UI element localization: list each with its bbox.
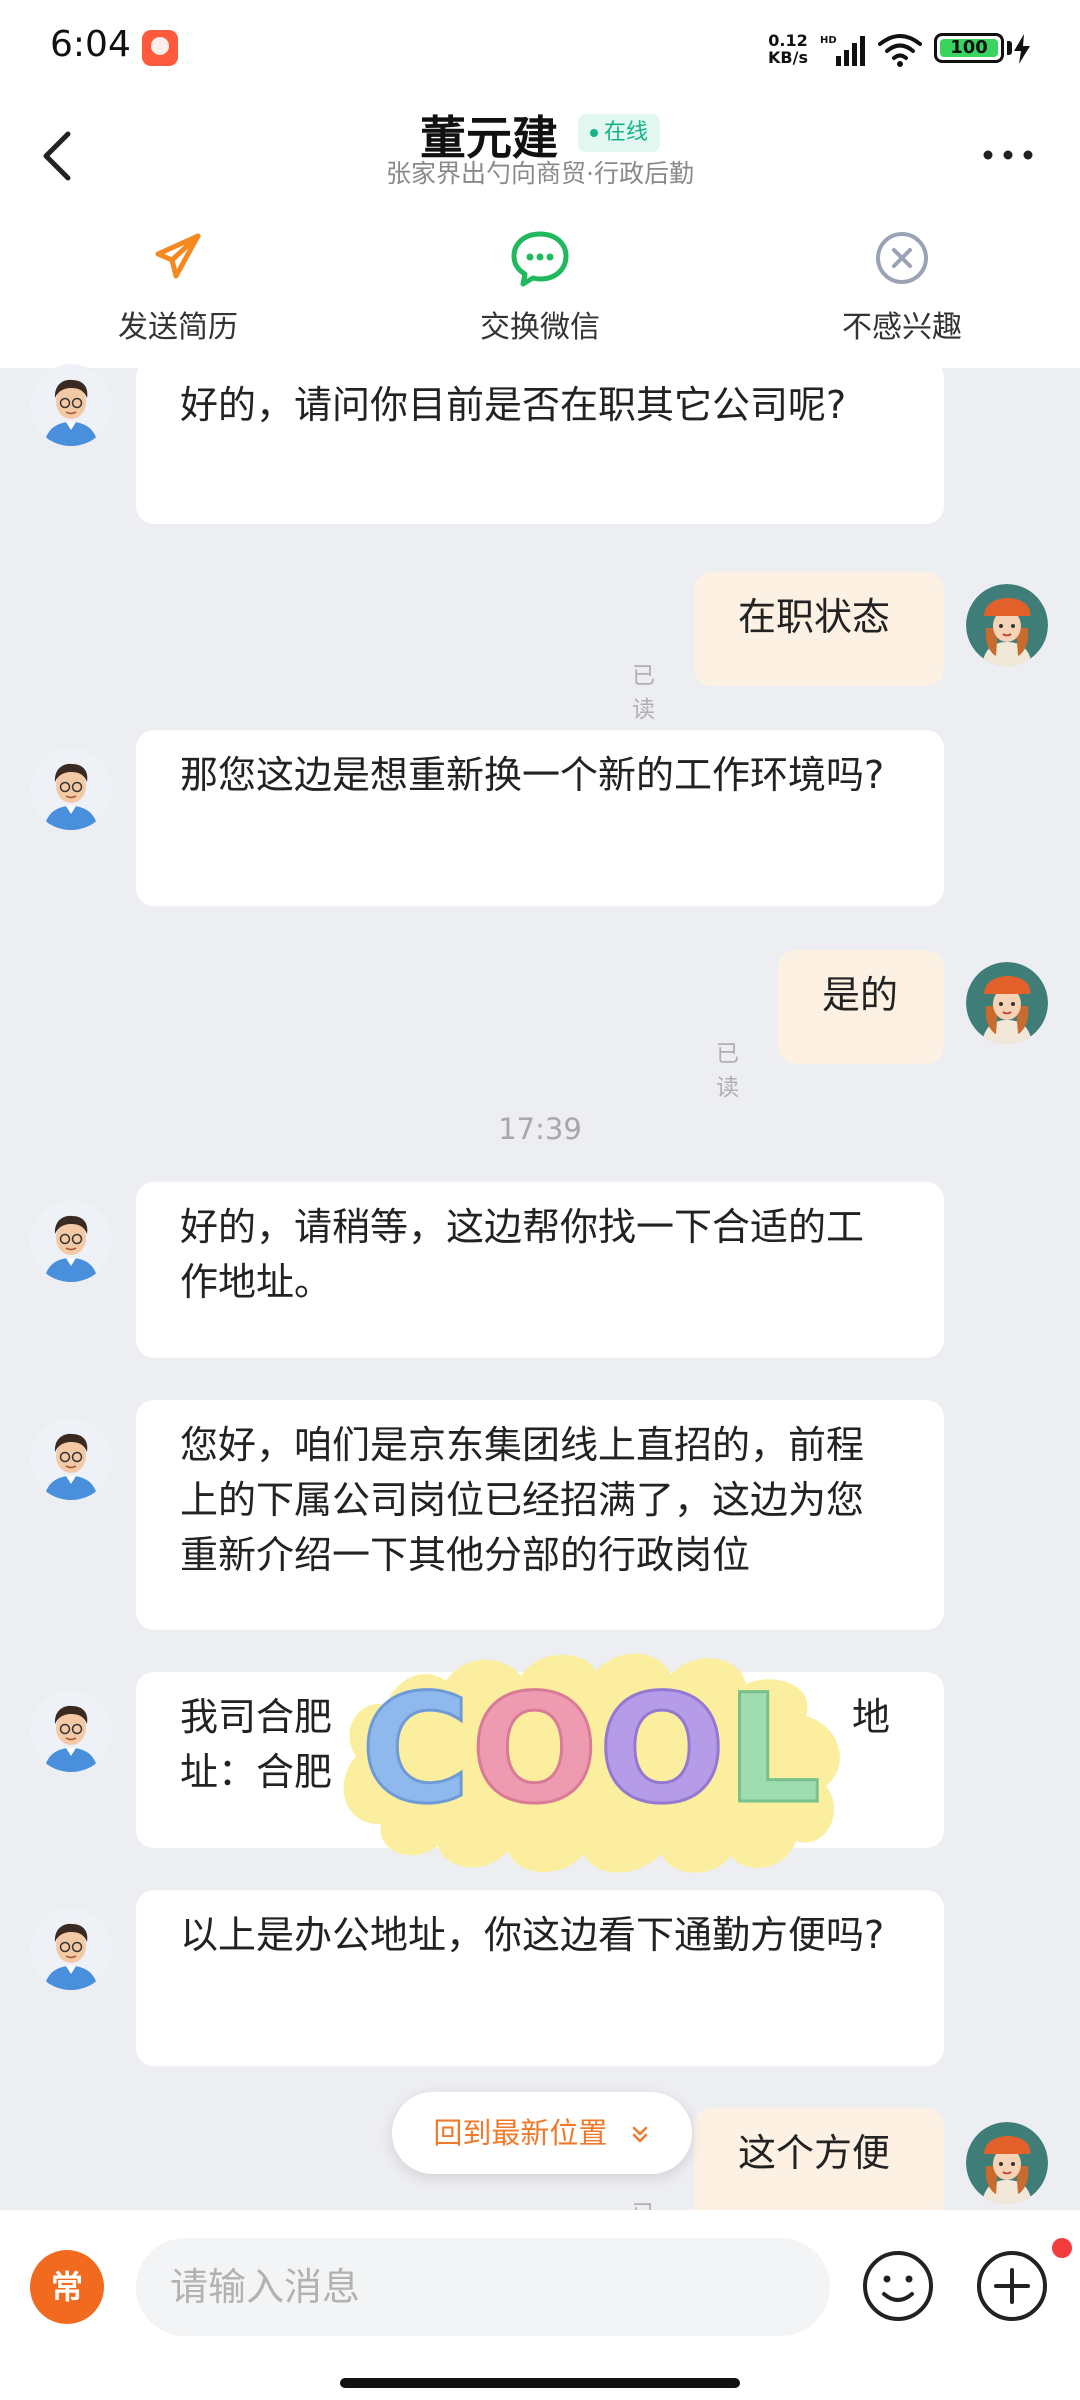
contact-avatar[interactable] <box>30 1200 112 1282</box>
status-time: 6:04 <box>50 24 131 65</box>
paper-plane-icon <box>155 233 201 279</box>
plus-icon[interactable] <box>974 2248 1050 2324</box>
app-notification-icon <box>142 30 178 66</box>
not-interested-button[interactable]: 不感兴趣 <box>782 226 1022 356</box>
notification-dot <box>1052 2238 1072 2258</box>
battery-level: 100 <box>950 37 988 58</box>
contact-avatar[interactable] <box>30 364 112 446</box>
contact-company: 张家界出勺向商贸·行政后勤 <box>386 159 694 188</box>
message-bubble[interactable]: 以上是办公地址，你这边看下通勤方便吗? <box>136 1890 944 2066</box>
input-bar: 常 <box>0 2210 1080 2400</box>
signal-hd-label: HD <box>820 35 837 46</box>
message-text-line2: 址：合肥 <box>180 1750 333 1794</box>
contact-avatar[interactable] <box>30 748 112 830</box>
close-circle-icon <box>876 232 928 284</box>
message-bubble[interactable]: 那您这边是想重新换一个新的工作环境吗? <box>136 730 944 906</box>
charging-icon <box>1014 34 1030 64</box>
status-bar: 6:04 0.12 KB/s HD 100 <box>0 0 1080 96</box>
contact-avatar[interactable] <box>30 1690 112 1772</box>
message-bubble[interactable]: 这个方便 <box>694 2108 944 2222</box>
time-divider: 17:39 <box>498 1112 582 1146</box>
cool-sticker[interactable]: COOL <box>326 1636 856 1886</box>
jump-to-latest-label: 回到最新位置 <box>433 2116 608 2150</box>
contact-avatar[interactable] <box>30 1418 112 1500</box>
chevron-double-down-icon <box>632 2126 647 2143</box>
message-input[interactable] <box>136 2238 830 2336</box>
my-avatar[interactable] <box>966 2122 1048 2204</box>
jump-to-latest-button[interactable]: 回到最新位置 <box>392 2092 692 2174</box>
message-bubble[interactable]: 您好，咱们是京东集团线上直招的，前程上的下属公司岗位已经招满了，这边为您重新介绍… <box>136 1400 944 1630</box>
send-resume-button[interactable]: 发送简历 <box>58 226 298 356</box>
read-status: 已读 <box>716 1041 739 1101</box>
network-speed: 0.12 KB/s <box>768 31 808 67</box>
exchange-wechat-label: 交换微信 <box>480 310 600 345</box>
exchange-wechat-button[interactable]: 交换微信 <box>420 226 660 356</box>
not-interested-label: 不感兴趣 <box>842 310 962 345</box>
message-bubble[interactable]: 好的，请稍等，这边帮你找一下合适的工作地址。 <box>136 1182 944 1358</box>
sticker-text: COOL <box>361 1663 822 1837</box>
wechat-icon <box>511 231 569 287</box>
message-text-right: 地 <box>852 1695 891 1739</box>
wifi-icon <box>878 34 922 67</box>
contact-avatar[interactable] <box>30 1908 112 1990</box>
chat-header: 董元建 在线 张家界出勺向商贸·行政后勤 发送简历 交换微信 不感兴趣 <box>0 96 1080 368</box>
common-phrases-button[interactable]: 常 <box>30 2250 104 2324</box>
message-bubble[interactable]: 是的 <box>778 950 944 1064</box>
online-status-badge: 在线 <box>578 114 660 152</box>
message-bubble[interactable]: 在职状态 <box>694 572 944 686</box>
emoji-icon[interactable] <box>860 2248 936 2324</box>
more-options-icon[interactable] <box>978 140 1038 170</box>
read-status: 已读 <box>632 663 655 723</box>
home-indicator[interactable] <box>340 2378 740 2388</box>
my-avatar[interactable] <box>966 584 1048 666</box>
battery-icon: 100 <box>934 33 1004 63</box>
signal-icon: HD <box>820 35 865 66</box>
message-bubble[interactable]: 好的，请问你目前是否在职其它公司呢? <box>136 360 944 524</box>
send-resume-label: 发送简历 <box>118 310 238 345</box>
message-text-line1: 我司合肥 <box>180 1695 333 1739</box>
my-avatar[interactable] <box>966 962 1048 1044</box>
